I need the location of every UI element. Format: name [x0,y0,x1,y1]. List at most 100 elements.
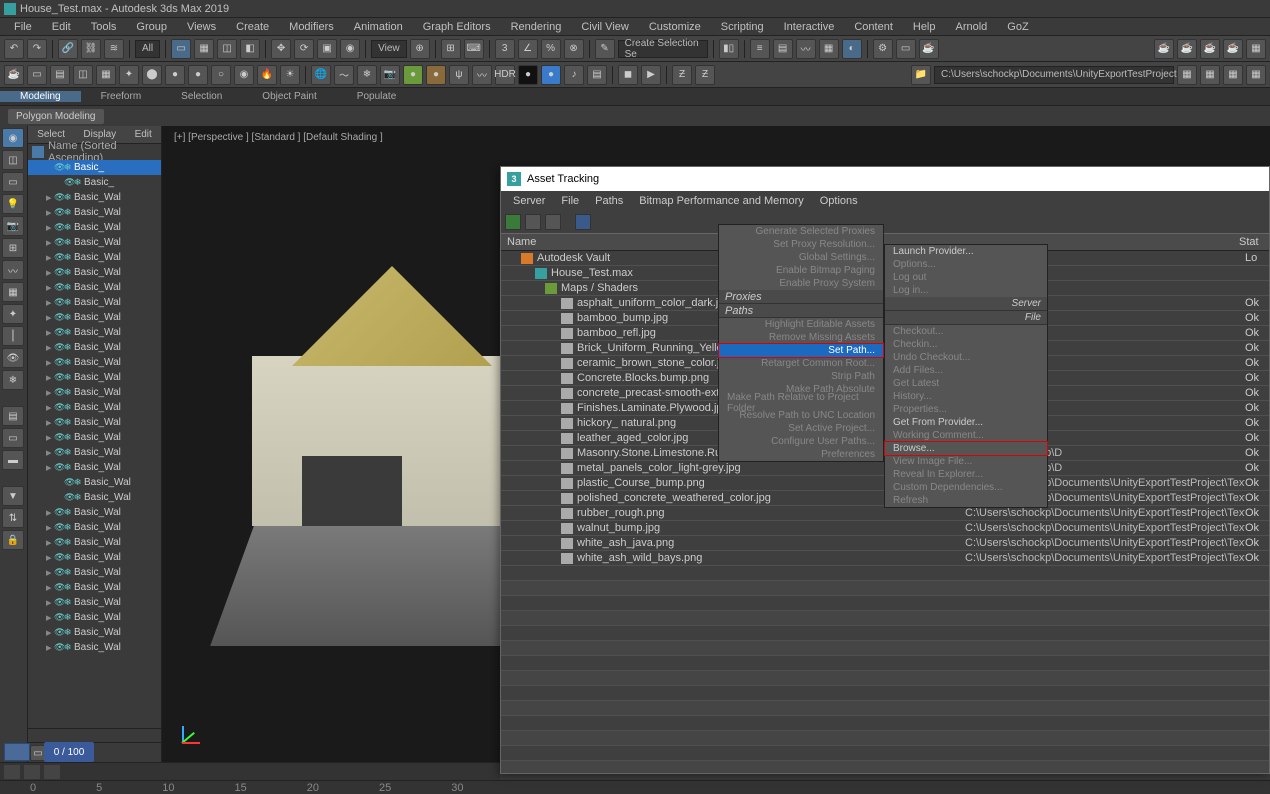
placement-button[interactable]: ◉ [340,39,360,59]
scene-row[interactable]: ▸👁❄ Basic_Wal [28,385,161,400]
cyl-button[interactable]: ⬤ [142,65,162,85]
keyboard-button[interactable]: ⌨ [464,39,484,59]
ctx-item-browse-[interactable]: Browse... [885,442,1047,455]
display-frozen-icon[interactable]: ❄ [2,370,24,390]
teapot-2-icon[interactable]: ☕ [1177,39,1197,59]
menu-tools[interactable]: Tools [81,21,127,33]
menu-interactive[interactable]: Interactive [774,21,845,33]
ctx-item-set-path-[interactable]: Set Path... [719,344,883,357]
brick-button[interactable]: ▦ [96,65,116,85]
scene-head-select[interactable]: Select [37,129,65,140]
scene-list[interactable]: 👁❄ Basic_👁❄ Basic_▸👁❄ Basic_Wal▸👁❄ Basic… [28,160,161,728]
render-frame-button[interactable]: ▭ [896,39,916,59]
sphere1-button[interactable]: ● [165,65,185,85]
scene-row[interactable]: ▸👁❄ Basic_Wal [28,235,161,250]
at-menu-server[interactable]: Server [505,195,553,207]
view-4-button[interactable]: ▦ [1246,65,1266,85]
scene-row[interactable]: 👁❄ Basic_Wal [28,475,161,490]
goz-2-button[interactable]: Ƶ [695,65,715,85]
percent-snap-button[interactable]: % [541,39,561,59]
layers-button[interactable]: ▤ [587,65,607,85]
undo-button[interactable]: ↶ [4,39,24,59]
render-button[interactable]: ☕ [919,39,939,59]
display-geo-icon[interactable]: ◫ [2,150,24,170]
menu-graph-editors[interactable]: Graph Editors [413,21,501,33]
scene-row[interactable]: ▸👁❄ Basic_Wal [28,295,161,310]
layer-button[interactable]: ▤ [2,406,24,426]
folder-button[interactable]: 📁 [911,65,931,85]
grid-icon[interactable]: ▦ [1246,39,1266,59]
menu-scripting[interactable]: Scripting [711,21,774,33]
blue-button[interactable]: ● [541,65,561,85]
asset-row[interactable]: white_ash_java.pngC:\Users\schockp\Docum… [501,536,1269,551]
scene-row[interactable]: ▸👁❄ Basic_Wal [28,280,161,295]
table-view-button[interactable] [575,214,591,230]
filter-dropdown[interactable]: All [135,40,160,58]
menu-help[interactable]: Help [903,21,946,33]
sphere-brown-button[interactable]: ● [426,65,446,85]
scene-row[interactable]: ▸👁❄ Basic_Wal [28,610,161,625]
pivot-button[interactable]: ⊕ [410,39,430,59]
display-cameras-icon[interactable]: 📷 [2,216,24,236]
display-lights-icon[interactable]: 💡 [2,194,24,214]
viewport-label[interactable]: [+] [Perspective ] [Standard ] [Default … [174,132,383,143]
mirror-button[interactable]: ▮▯ [719,39,739,59]
panel-button[interactable]: ▭ [27,65,47,85]
link-button[interactable]: 🔗 [58,39,78,59]
note-button[interactable]: ♪ [564,65,584,85]
bind-button[interactable]: ≋ [104,39,124,59]
select-object-button[interactable]: ▭ [171,39,191,59]
ribbon-tab-selection[interactable]: Selection [161,91,242,102]
scene-row[interactable]: ▸👁❄ Basic_Wal [28,220,161,235]
sphere4-button[interactable]: ◉ [234,65,254,85]
scene-row[interactable]: ▸👁❄ Basic_Wal [28,415,161,430]
at-menu-paths[interactable]: Paths [587,195,631,207]
frame-indicator[interactable]: 0 / 100 [44,742,94,762]
sphere3-button[interactable]: ○ [211,65,231,85]
scale-button[interactable]: ▣ [317,39,337,59]
scene-row[interactable]: ▸👁❄ Basic_Wal [28,580,161,595]
layer-button[interactable]: ▤ [773,39,793,59]
teapot-button[interactable]: ☕ [4,65,24,85]
collapse-button[interactable]: ▬ [2,450,24,470]
list-view-button[interactable] [525,214,541,230]
fire-button[interactable]: 🔥 [257,65,277,85]
display-bone-icon[interactable]: ⎮ [2,326,24,346]
scene-row[interactable]: 👁❄ Basic_ [28,175,161,190]
tree-view-button[interactable] [545,214,561,230]
menu-edit[interactable]: Edit [42,21,81,33]
menu-views[interactable]: Views [177,21,226,33]
menu-modifiers[interactable]: Modifiers [279,21,344,33]
scene-row[interactable]: ▸👁❄ Basic_Wal [28,595,161,610]
menu-rendering[interactable]: Rendering [501,21,572,33]
menu-group[interactable]: Group [126,21,177,33]
display-groups-icon[interactable]: ▦ [2,282,24,302]
scene-scrollbar[interactable] [28,728,161,742]
scene-row[interactable]: ▸👁❄ Basic_Wal [28,460,161,475]
ctx-item-get-from-provider-[interactable]: Get From Provider... [885,416,1047,429]
scene-row[interactable]: ▸👁❄ Basic_Wal [28,625,161,640]
water-button[interactable]: 〰 [472,65,492,85]
lock-button[interactable]: 🔒 [2,530,24,550]
menu-civil-view[interactable]: Civil View [571,21,638,33]
camera-button[interactable]: 📷 [380,65,400,85]
menu-customize[interactable]: Customize [639,21,711,33]
teapot-1-icon[interactable]: ☕ [1154,39,1174,59]
sphere-green-button[interactable]: ● [403,65,423,85]
window-crossing-button[interactable]: ◧ [240,39,260,59]
sort-button[interactable]: ⇅ [2,508,24,528]
scene-row[interactable]: ▸👁❄ Basic_Wal [28,430,161,445]
ribbon-tab-modeling[interactable]: Modeling [0,91,81,102]
project-path-dropdown[interactable]: C:\Users\schockp\Documents\UnityExportTe… [934,66,1174,84]
scene-row[interactable]: ▸👁❄ Basic_Wal [28,205,161,220]
scene-row[interactable]: ▸👁❄ Basic_Wal [28,565,161,580]
rotate-button[interactable]: ⟳ [294,39,314,59]
material-editor-button[interactable]: ◐ [842,39,862,59]
scene-row[interactable]: 👁❄ Basic_ [28,160,161,175]
wind-button[interactable]: 〜 [334,65,354,85]
asset-row[interactable]: walnut_bump.jpgC:\Users\schockp\Document… [501,521,1269,536]
scene-row[interactable]: ▸👁❄ Basic_Wal [28,640,161,655]
scene-row[interactable]: ▸👁❄ Basic_Wal [28,190,161,205]
scene-head-display[interactable]: Display [83,129,116,140]
scene-row[interactable]: ▸👁❄ Basic_Wal [28,550,161,565]
